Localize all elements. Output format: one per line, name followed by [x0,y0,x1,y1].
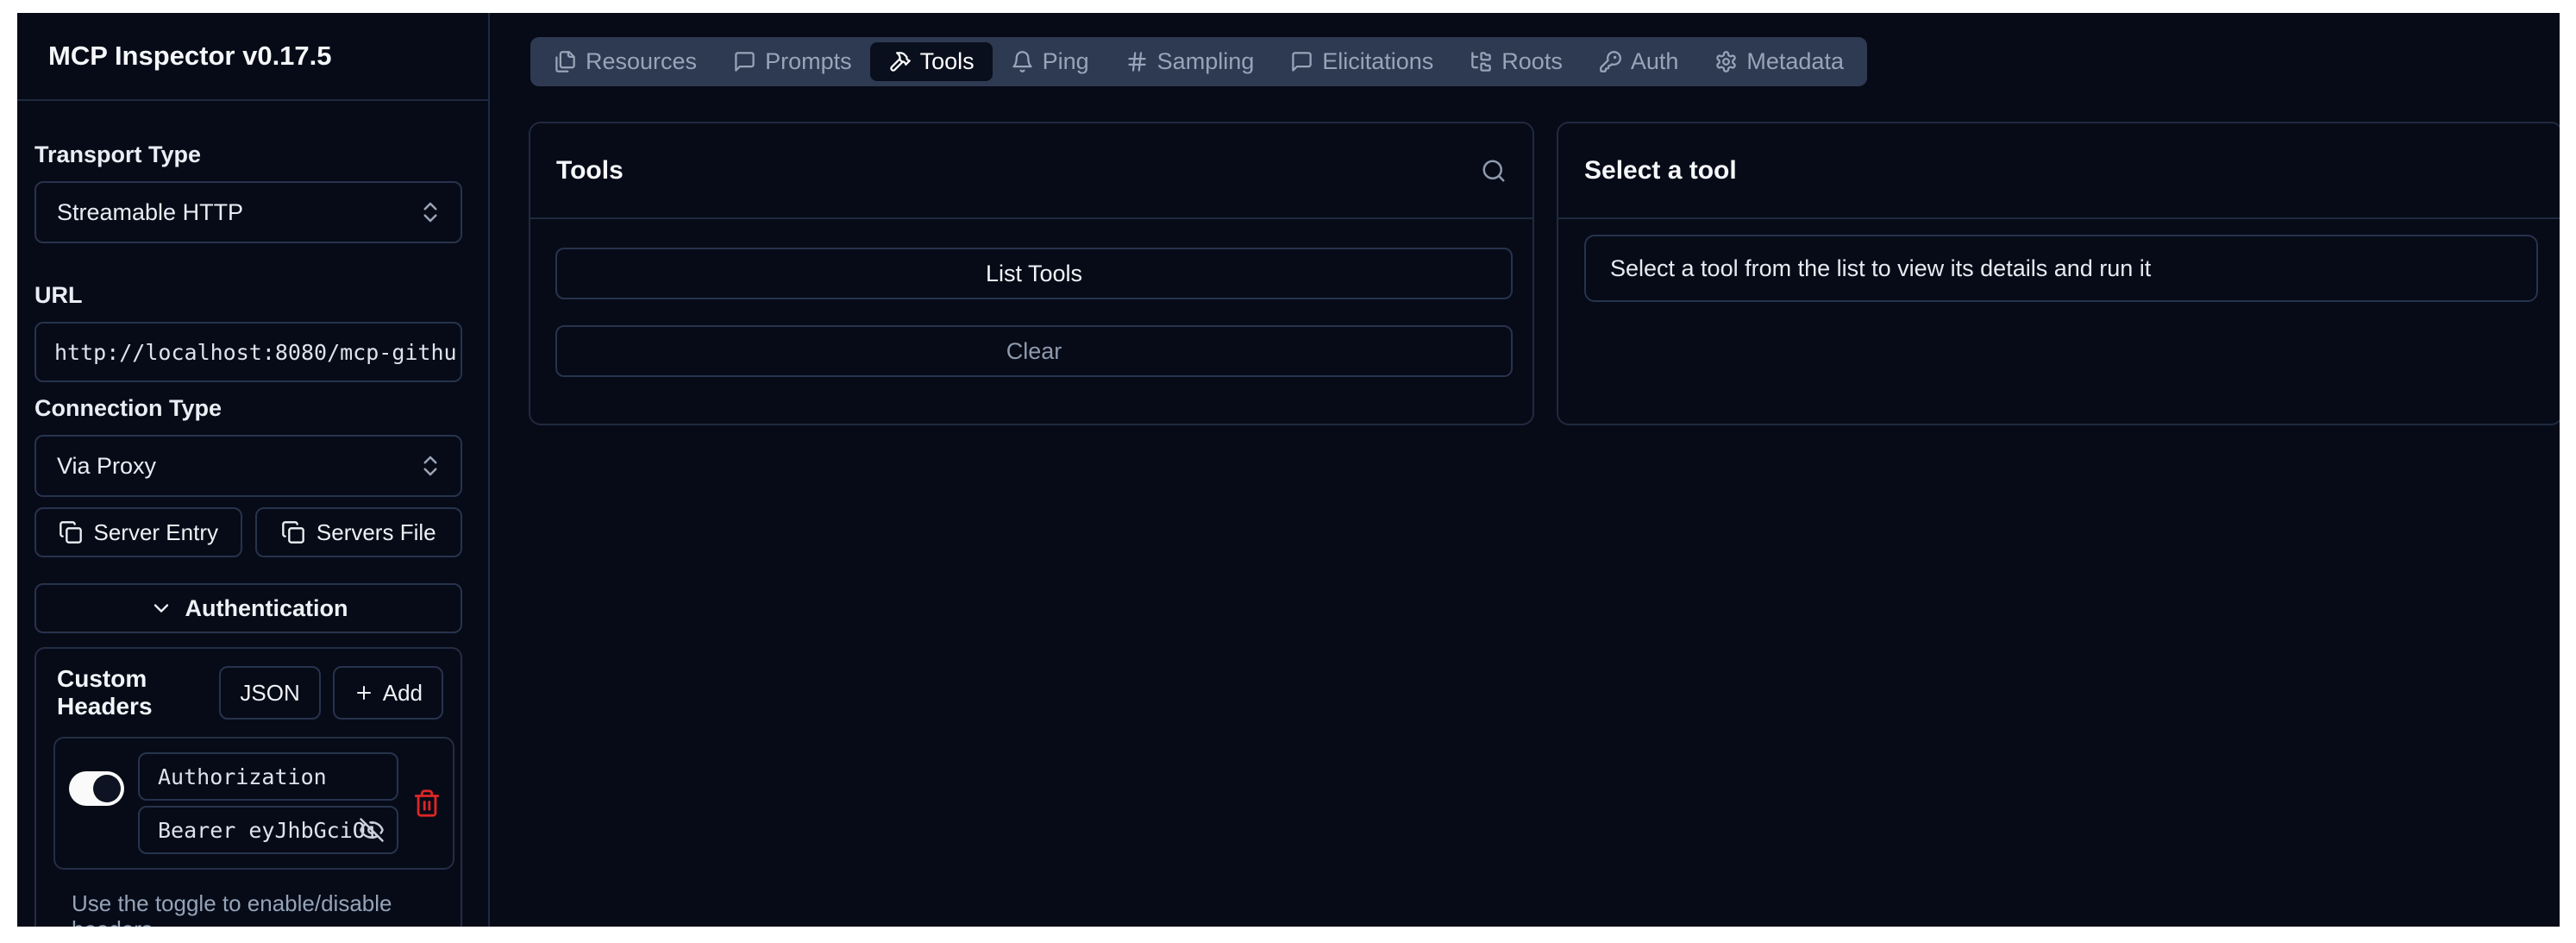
copy-icon [59,520,83,544]
message-square-icon [1290,50,1313,73]
files-icon [554,50,577,73]
eye-off-icon[interactable] [359,817,385,843]
custom-headers-card: Custom Headers JSON Add [34,647,462,927]
folder-tree-icon [1470,50,1493,73]
tab-auth[interactable]: Auth [1581,42,1697,81]
json-view-button[interactable]: JSON [219,666,320,720]
tools-panel-title: Tools [556,156,624,185]
gear-icon [1714,50,1738,73]
transport-type-value: Streamable HTTP [57,199,243,226]
chevron-down-icon [149,596,173,620]
tools-panel: Tools List Tools Clear [529,122,1534,425]
server-entry-button[interactable]: Server Entry [34,507,242,557]
tab-prompts[interactable]: Prompts [715,42,870,81]
servers-file-label: Servers File [317,519,436,546]
authentication-label: Authentication [185,595,348,622]
authentication-toggle-button[interactable]: Authentication [34,583,462,633]
hash-icon [1125,50,1149,73]
tab-ping[interactable]: Ping [993,42,1107,81]
trash-icon[interactable] [412,789,442,818]
json-button-label: JSON [240,680,299,707]
header-name-input[interactable]: Authorization [138,752,398,801]
tab-label: Sampling [1157,48,1255,75]
url-label: URL [34,281,462,310]
server-entry-label: Server Entry [94,519,219,546]
connection-type-select[interactable]: Via Proxy [34,435,462,497]
header-value-text: Bearer eyJhbGciOi [158,818,379,843]
tab-label: Prompts [765,48,852,75]
tab-roots[interactable]: Roots [1451,42,1581,81]
url-input[interactable]: http://localhost:8080/mcp-githu [34,322,462,382]
custom-headers-title: Custom Headers [57,665,219,720]
headers-helper-text: Use the toggle to enable/disable headers… [53,890,443,927]
tab-tools[interactable]: Tools [870,42,993,81]
bell-icon [1011,50,1034,73]
tab-resources[interactable]: Resources [536,42,715,81]
tab-label: Resources [586,48,697,75]
app-title: MCP Inspector v0.17.5 [17,13,488,101]
helper-line-1: Use the toggle to enable/disable headers… [72,890,443,927]
main-area: Resources Prompts Tools Ping Sampling Elicita… [490,13,2560,927]
app-window: MCP Inspector v0.17.5 Transport Type Str… [17,13,2560,927]
hammer-icon [888,50,912,73]
transport-type-select[interactable]: Streamable HTTP [34,181,462,243]
detail-panel-title: Select a tool [1584,156,1737,185]
connection-type-value: Via Proxy [57,453,156,480]
transport-type-label: Transport Type [34,141,462,169]
chevrons-up-down-icon [417,199,443,225]
clear-tools-button[interactable]: Clear [555,325,1513,377]
connection-type-label: Connection Type [34,394,462,423]
tab-label: Roots [1501,48,1563,75]
tool-detail-panel: Select a tool Select a tool from the lis… [1557,122,2560,425]
add-header-button[interactable]: Add [333,666,443,720]
list-tools-button[interactable]: List Tools [555,248,1513,299]
search-icon[interactable] [1481,158,1507,184]
key-icon [1599,50,1622,73]
copy-icon [281,520,305,544]
header-row: Authorization Bearer eyJhbGciOi [53,737,454,870]
tab-label: Metadata [1746,48,1844,75]
empty-state-message: Select a tool from the list to view its … [1584,235,2538,302]
chevrons-up-down-icon [417,453,443,479]
tab-label: Tools [920,48,975,75]
message-square-icon [733,50,756,73]
toggle-knob [93,775,121,802]
tab-label: Ping [1043,48,1089,75]
plus-icon [354,682,374,703]
sidebar: MCP Inspector v0.17.5 Transport Type Str… [17,13,490,927]
tab-metadata[interactable]: Metadata [1696,42,1862,81]
header-enable-toggle[interactable] [69,771,124,806]
servers-file-button[interactable]: Servers File [255,507,463,557]
tab-label: Elicitations [1322,48,1433,75]
tab-label: Auth [1631,48,1679,75]
tab-elicitations[interactable]: Elicitations [1272,42,1451,81]
nav-tabbar: Resources Prompts Tools Ping Sampling Elicita… [530,37,1867,86]
header-value-input[interactable]: Bearer eyJhbGciOi [138,806,398,854]
add-button-label: Add [383,680,423,707]
tab-sampling[interactable]: Sampling [1107,42,1273,81]
